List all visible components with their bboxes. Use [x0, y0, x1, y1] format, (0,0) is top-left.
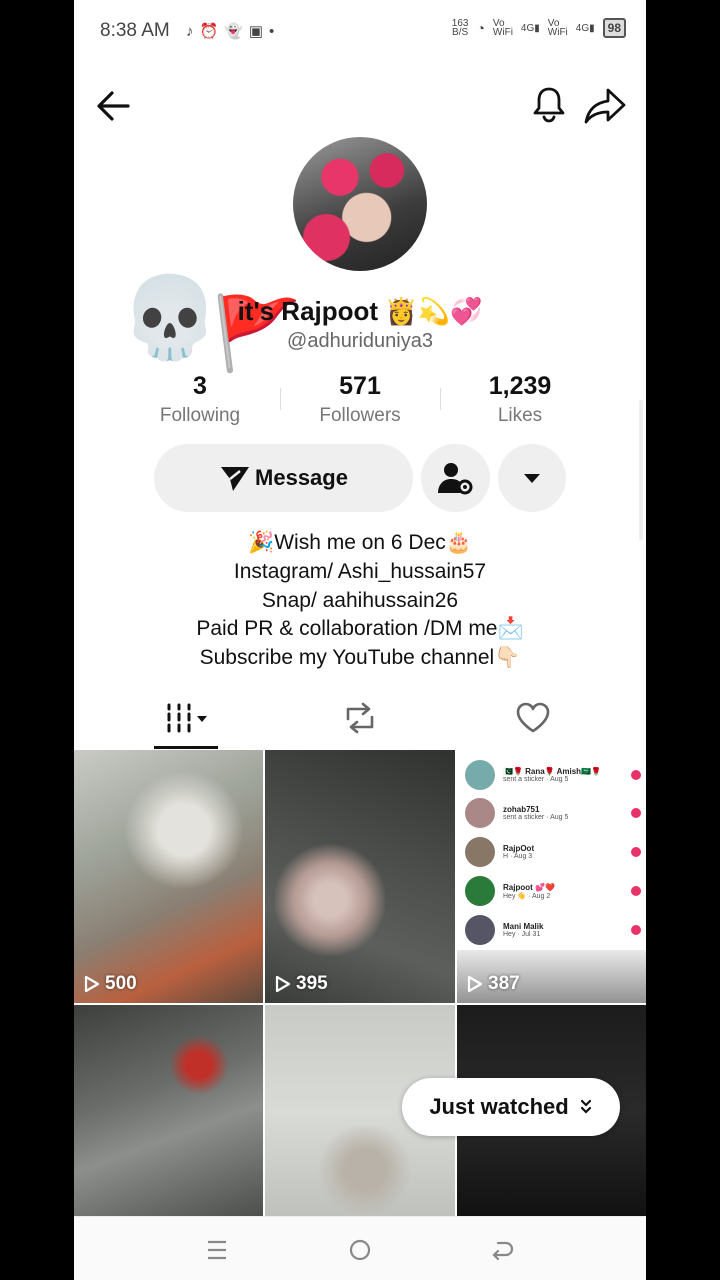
thumbnail-shape: [169, 1035, 229, 1095]
likes-stat[interactable]: 1,239 Likes: [440, 372, 600, 427]
unread-dot: [631, 847, 641, 857]
likes-label: Likes: [497, 405, 543, 426]
play-icon: [275, 975, 291, 993]
grid-icon: [167, 703, 207, 733]
video-tile[interactable]: 500: [74, 750, 263, 1003]
following-label: Following: [159, 405, 241, 426]
following-count: 3: [193, 372, 207, 400]
followers-count: 571: [339, 372, 381, 400]
dm-preview-row: Rajpoot 💕❤️ Hey 👋 · Aug 2: [465, 876, 641, 906]
followers-label: Followers: [319, 405, 401, 426]
username: @adhuriduniya3: [287, 330, 433, 352]
menu-icon[interactable]: [204, 1237, 230, 1263]
avatar: [465, 798, 495, 828]
profile-screen: 8:38 AM ♪⏰👻▣• 163 B/S ◔ Vo WiFi 4G▮ Vo W…: [74, 0, 646, 1280]
thumbnail-shape: [124, 770, 244, 890]
view-count: 500: [84, 973, 137, 995]
notification-icons: ♪⏰👻▣•: [186, 23, 281, 40]
battery-icon: 98: [602, 18, 626, 38]
status-bar: 8:38 AM ♪⏰👻▣• 163 B/S ◔ Vo WiFi 4G▮ Vo W…: [74, 0, 646, 64]
profile-bio: 🎉Wish me on 6 Dec🎂 Instagram/ Ashi_hussa…: [74, 529, 646, 673]
bio-line: Instagram/ Ashi_hussain57: [233, 559, 487, 583]
bio-line: Subscribe my YouTube channel👇🏻: [199, 646, 521, 670]
dm-preview-row: 🇵🇰🌹 Rana🌹 Amish🇸🇦🌹 sent a sticker · Aug 5: [465, 760, 641, 790]
unread-dot: [631, 886, 641, 896]
view-count: 387: [467, 973, 520, 995]
tab-videos[interactable]: [154, 700, 218, 736]
message-label: Message: [255, 465, 348, 490]
tab-reposts[interactable]: [336, 700, 384, 736]
status-time: 8:38 AM: [100, 20, 170, 41]
arrow-left-icon: [97, 91, 130, 121]
more-dropdown-button[interactable]: [498, 444, 566, 512]
tab-liked[interactable]: [512, 700, 554, 736]
notification-bell-button[interactable]: [529, 84, 569, 124]
signal-icon: 4G▮: [520, 22, 540, 34]
profile-avatar[interactable]: [293, 137, 427, 271]
dm-preview-row: RajpOot H · Aug 3: [465, 837, 641, 867]
share-button[interactable]: [582, 84, 628, 126]
double-chevron-down-icon: [580, 1099, 591, 1114]
system-nav-bar: [74, 1216, 646, 1280]
friend-settings-button[interactable]: [421, 444, 490, 512]
send-icon: [221, 467, 250, 491]
network-speed: 163 B/S: [451, 18, 469, 38]
person-gear-icon: [437, 463, 472, 495]
video-tile[interactable]: [74, 1005, 263, 1216]
just-watched-button[interactable]: Just watched: [402, 1078, 620, 1136]
signal-icon-2: 4G▮: [575, 22, 595, 34]
home-icon[interactable]: [347, 1237, 373, 1263]
repost-icon: [346, 702, 374, 734]
wifi-icon: ◔: [476, 20, 485, 36]
vowifi-label: Vo WiFi: [492, 18, 513, 38]
dm-preview-row: Mani Malik Hey · Jul 31: [465, 915, 641, 945]
heart-outline-icon: [516, 702, 550, 733]
vowifi-label-2: Vo WiFi: [547, 18, 568, 38]
likes-count: 1,239: [488, 372, 552, 400]
unread-dot: [631, 770, 641, 780]
play-icon: [467, 975, 483, 993]
following-stat[interactable]: 3 Following: [120, 372, 280, 427]
back-nav-icon[interactable]: [490, 1237, 516, 1263]
unread-dot: [631, 925, 641, 935]
unread-dot: [631, 808, 641, 818]
display-name: it's Rajpoot 👸💫💞: [237, 296, 483, 326]
play-icon: [84, 975, 100, 993]
bio-line: 🎉Wish me on 6 Dec🎂: [248, 531, 472, 554]
video-tile[interactable]: 🇵🇰🌹 Rana🌹 Amish🇸🇦🌹 sent a sticker · Aug 5…: [457, 750, 646, 1003]
message-button[interactable]: Message: [154, 444, 413, 512]
bio-line: Snap/ aahihussain26: [261, 588, 459, 612]
avatar: [465, 915, 495, 945]
active-tab-indicator: [154, 746, 218, 749]
video-tile[interactable]: 395: [265, 750, 455, 1003]
bio-line: Paid PR & collaboration /DM me📩: [196, 617, 524, 641]
dm-preview-row: zohab751 sent a sticker · Aug 5: [465, 798, 641, 828]
just-watched-label: Just watched: [429, 1094, 569, 1119]
caret-down-icon: [524, 474, 540, 483]
view-count: 395: [275, 973, 328, 995]
thumbnail-shape: [275, 840, 385, 960]
thumbnail-shape: [315, 1125, 415, 1215]
avatar: [465, 876, 495, 906]
status-right: 163 B/S ◔ Vo WiFi 4G▮ Vo WiFi 4G▮ 98: [452, 18, 626, 38]
share-icon: [584, 88, 626, 124]
avatar: [465, 760, 495, 790]
back-button[interactable]: [94, 86, 134, 126]
followers-stat[interactable]: 571 Followers: [280, 372, 440, 427]
avatar: [465, 837, 495, 867]
bell-icon: [533, 87, 565, 123]
scrollbar[interactable]: [639, 400, 643, 540]
